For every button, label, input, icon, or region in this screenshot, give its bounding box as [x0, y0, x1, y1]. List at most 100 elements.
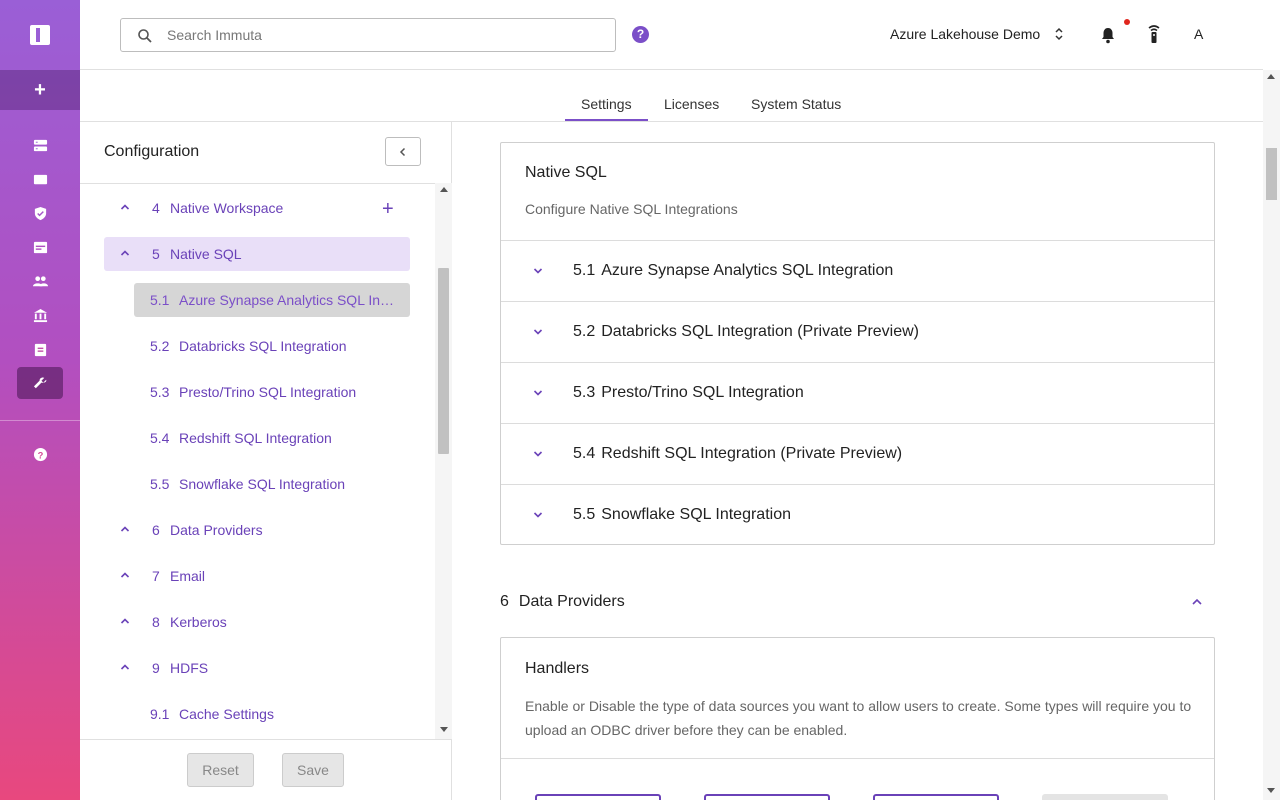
chevron-down-icon[interactable] — [533, 449, 543, 459]
chevron-up-icon[interactable] — [120, 616, 130, 626]
nav-item-label: Redshift SQL Integration — [179, 430, 332, 446]
app-settings-wrench-icon[interactable] — [17, 367, 63, 399]
handler-toggle-button[interactable] — [704, 794, 830, 800]
settings-tabs: Settings Licenses System Status — [80, 70, 1263, 122]
page-scroll-thumb[interactable] — [1266, 148, 1277, 200]
sidebar-scrollbar[interactable] — [435, 183, 452, 739]
add-icon[interactable]: + — [382, 198, 394, 221]
chevron-down-icon[interactable] — [533, 327, 543, 337]
query-editor-icon[interactable] — [17, 231, 63, 263]
nav-item-presto-trino-sql[interactable]: 5.3 Presto/Trino SQL Integration — [134, 375, 410, 409]
help-question-icon[interactable]: ? — [632, 26, 649, 43]
notifications-bell-icon[interactable] — [1100, 26, 1116, 44]
settings-content: Native SQL Configure Native SQL Integrat… — [453, 122, 1263, 800]
handler-toggle-button[interactable] — [535, 794, 661, 800]
chevron-up-icon[interactable] — [120, 570, 130, 580]
nav-item-label: HDFS — [170, 660, 209, 676]
accordion-snowflake-sql[interactable]: 5.5 Snowflake SQL Integration — [501, 484, 1214, 545]
chevron-down-icon[interactable] — [533, 266, 543, 276]
accordion-databricks-sql[interactable]: 5.2 Databricks SQL Integration (Private P… — [501, 301, 1214, 362]
tenant-selector[interactable]: Azure Lakehouse Demo — [890, 26, 1040, 42]
top-bar: ? Azure Lakehouse Demo A — [80, 0, 1263, 70]
nav-item-hdfs[interactable]: 9 HDFS — [104, 651, 410, 685]
nav-item-redshift-sql[interactable]: 5.4 Redshift SQL Integration — [134, 421, 410, 455]
nav-item-label: Databricks SQL Integration — [179, 338, 347, 354]
accordion-redshift-sql[interactable]: 5.4 Redshift SQL Integration (Private Pre… — [501, 423, 1214, 484]
search-box[interactable] — [120, 18, 616, 52]
search-input[interactable] — [167, 25, 587, 45]
nav-item-snowflake-sql[interactable]: 5.5 Snowflake SQL Integration — [134, 467, 410, 501]
accordion-title: Snowflake SQL Integration — [601, 506, 791, 523]
nav-item-databricks-sql[interactable]: 5.2 Databricks SQL Integration — [134, 329, 410, 363]
nav-item-data-providers[interactable]: 6 Data Providers — [104, 513, 410, 547]
tab-settings[interactable]: Settings — [581, 96, 632, 112]
accordion-presto-trino-sql[interactable]: 5.3 Presto/Trino SQL Integration — [501, 362, 1214, 423]
nav-item-number: 4 — [152, 200, 160, 216]
app-logo-icon[interactable] — [30, 25, 50, 45]
save-button[interactable]: Save — [282, 753, 344, 787]
chevron-left-icon — [399, 147, 406, 156]
nav-item-number: 5.3 — [150, 384, 170, 400]
chevron-updown-icon[interactable] — [1054, 24, 1064, 44]
nav-item-number: 5.4 — [150, 430, 170, 446]
nav-item-kerberos[interactable]: 8 Kerberos — [104, 605, 410, 639]
accordion-azure-synapse[interactable]: 5.1 Azure Synapse Analytics SQL Integrati… — [501, 240, 1214, 301]
accordion-number: 5.3 — [573, 384, 596, 401]
handler-toggle-button[interactable] — [873, 794, 999, 800]
scroll-up-arrow-icon[interactable] — [1267, 74, 1275, 79]
data-sources-icon[interactable] — [17, 129, 63, 161]
accordion-label: 5.3 Presto/Trino SQL Integration — [573, 384, 804, 402]
nav-item-label: Presto/Trino SQL Integration — [179, 384, 357, 400]
scroll-down-arrow-icon[interactable] — [1267, 788, 1275, 793]
nav-item-label: Native Workspace — [170, 200, 284, 216]
section-title: Data Providers — [518, 593, 625, 610]
people-icon[interactable] — [17, 265, 63, 297]
chevron-up-icon[interactable] — [120, 202, 130, 212]
remote-connection-icon[interactable] — [1146, 24, 1162, 44]
nav-item-number: 7 — [152, 568, 160, 584]
accordion-label: 5.2 Databricks SQL Integration (Private P… — [573, 323, 919, 341]
chevron-up-icon[interactable] — [1191, 597, 1203, 607]
nav-item-native-workspace[interactable]: 4 Native Workspace + — [104, 191, 410, 225]
nav-item-native-sql[interactable]: 5 Native SQL — [104, 237, 410, 271]
handler-toggle-button[interactable] — [1042, 794, 1168, 800]
policies-shield-icon[interactable] — [17, 197, 63, 229]
sidebar-scroll-thumb[interactable] — [438, 268, 449, 454]
nav-item-label: Kerberos — [170, 614, 227, 630]
projects-icon[interactable] — [17, 163, 63, 195]
create-plus-icon[interactable]: + — [0, 70, 80, 110]
accordion-label: 5.1 Azure Synapse Analytics SQL Integrati… — [573, 262, 893, 280]
accordion-title: Redshift SQL Integration (Private Previe… — [601, 445, 903, 462]
section-heading-data-providers: 6 Data Providers — [500, 593, 625, 611]
accordion-number: 5.1 — [573, 262, 596, 279]
reset-button[interactable]: Reset — [187, 753, 254, 787]
chevron-down-icon[interactable] — [533, 388, 543, 398]
nav-item-number: 5.2 — [150, 338, 170, 354]
chevron-up-icon[interactable] — [120, 524, 130, 534]
help-circle-icon[interactable]: ? — [17, 438, 63, 470]
governance-bank-icon[interactable] — [17, 299, 63, 331]
svg-text:?: ? — [37, 450, 43, 460]
configuration-nav-list: 4 Native Workspace + 5 Native SQL 5.1 Az… — [80, 183, 452, 739]
accordion-title: Databricks SQL Integration (Private Prev… — [601, 323, 919, 340]
tab-system-status[interactable]: System Status — [751, 96, 841, 112]
accordion-title: Azure Synapse Analytics SQL Integration — [601, 262, 894, 279]
audit-clipboard-icon[interactable] — [17, 333, 63, 365]
card-subtitle: Configure Native SQL Integrations — [525, 201, 738, 217]
tab-licenses[interactable]: Licenses — [664, 96, 719, 112]
collapse-sidebar-button[interactable] — [385, 137, 421, 166]
nav-item-cache-settings[interactable]: 9.1 Cache Settings — [134, 697, 410, 731]
scroll-up-arrow-icon[interactable] — [440, 187, 448, 192]
native-sql-card: Native SQL Configure Native SQL Integrat… — [500, 142, 1215, 545]
chevron-up-icon[interactable] — [120, 662, 130, 672]
chevron-up-icon[interactable] — [120, 248, 130, 258]
accordion-label: 5.4 Redshift SQL Integration (Private Pre… — [573, 445, 902, 463]
nav-item-azure-synapse[interactable]: 5.1 Azure Synapse Analytics SQL Integrat… — [134, 283, 410, 317]
chevron-down-icon[interactable] — [533, 510, 543, 520]
scroll-down-arrow-icon[interactable] — [440, 727, 448, 732]
handlers-description: Enable or Disable the type of data sourc… — [525, 698, 1192, 738]
nav-item-number: 8 — [152, 614, 160, 630]
user-avatar[interactable]: A — [1194, 26, 1203, 42]
nav-item-email[interactable]: 7 Email — [104, 559, 410, 593]
section-number: 6 — [500, 593, 509, 610]
